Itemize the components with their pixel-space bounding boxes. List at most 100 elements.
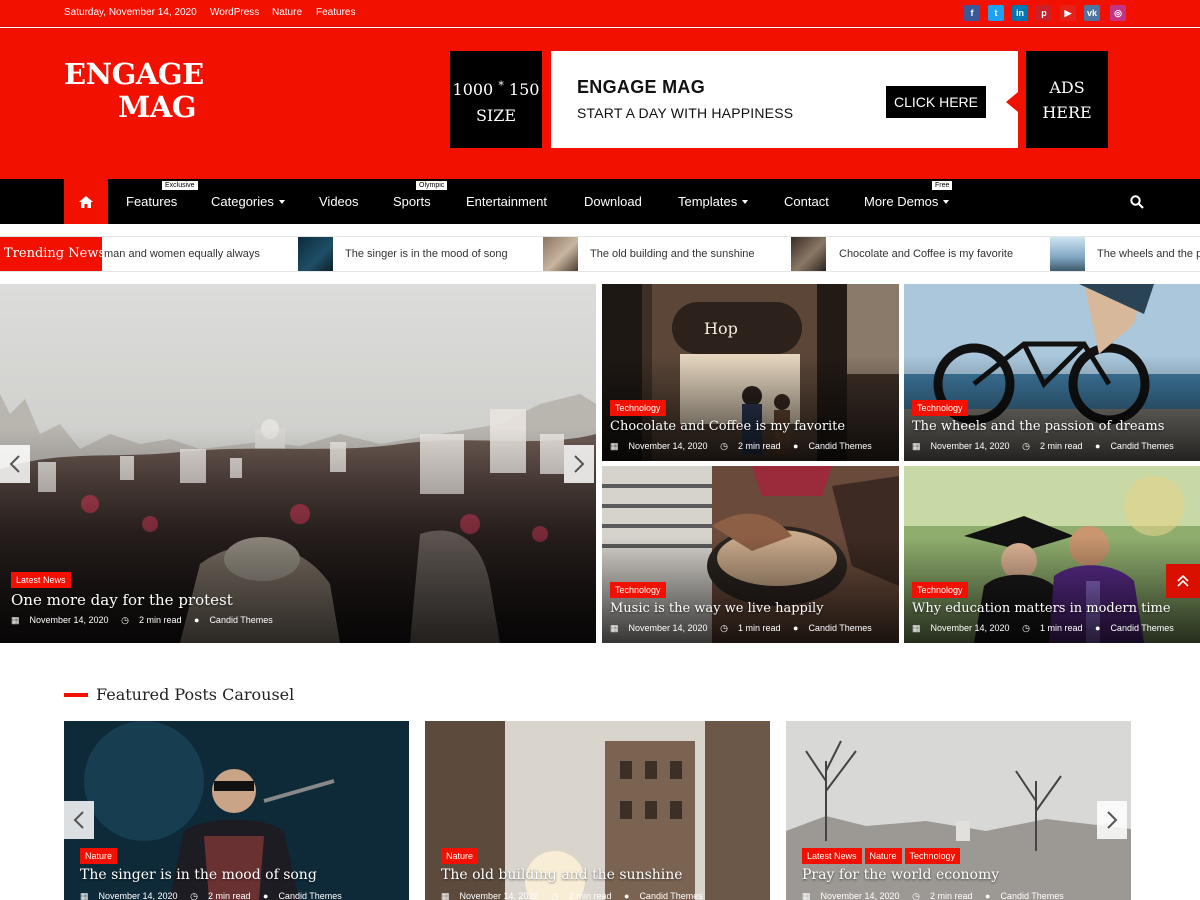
clock-icon: ◷: [912, 891, 920, 900]
hero-slide[interactable]: Latest News One more day for the protest…: [0, 284, 596, 643]
top-link-features[interactable]: Features: [316, 7, 355, 18]
ad-click-button[interactable]: CLICK HERE: [886, 86, 986, 118]
user-icon: ●: [985, 891, 990, 900]
trending-item[interactable]: Chocolate and Coffee is my favorite: [839, 237, 1013, 271]
vk-icon[interactable]: vk: [1084, 5, 1100, 21]
nav-templates-label: Templates: [678, 194, 737, 209]
card-title[interactable]: Pray for the world economy: [802, 867, 999, 883]
nav-videos[interactable]: Videos: [319, 179, 359, 224]
category-badge[interactable]: Nature: [441, 848, 478, 864]
grid-post-2[interactable]: Technology The wheels and the passion of…: [904, 284, 1200, 461]
post-author[interactable]: Candid Themes: [278, 891, 341, 900]
nav-download[interactable]: Download: [584, 179, 642, 224]
linkedin-icon[interactable]: in: [1012, 5, 1028, 21]
trending-item[interactable]: The singer is in the mood of song: [345, 237, 508, 271]
youtube-icon[interactable]: ▶: [1060, 5, 1076, 21]
slider-prev-button[interactable]: [0, 445, 30, 483]
category-badge[interactable]: Technology: [912, 400, 968, 416]
carousel-prev-button[interactable]: [64, 801, 94, 839]
read-time: 1 min read: [1040, 623, 1083, 633]
instagram-icon[interactable]: ◎: [1110, 5, 1126, 21]
grid-post-3[interactable]: Technology Music is the way we live happ…: [602, 466, 899, 643]
hero-title[interactable]: One more day for the protest: [11, 591, 233, 609]
featured-card-2[interactable]: Nature The old building and the sunshine…: [425, 721, 770, 900]
clock-icon: ◷: [720, 441, 728, 451]
grid-post-4[interactable]: Technology Why education matters in mode…: [904, 466, 1200, 643]
site-logo[interactable]: ENGAGE MAG: [64, 58, 204, 124]
post-author[interactable]: Candid Themes: [1110, 441, 1173, 451]
section-accent-bar: [64, 693, 88, 697]
card-title[interactable]: The old building and the sunshine: [441, 867, 683, 883]
featured-card-3[interactable]: Latest NewsNatureTechnology Pray for the…: [786, 721, 1131, 900]
post-author[interactable]: Candid Themes: [808, 623, 871, 633]
slider-next-button[interactable]: [564, 445, 594, 483]
trending-item[interactable]: The wheels and the passion of dreams: [1097, 237, 1200, 271]
card-categories: Nature: [441, 846, 481, 864]
trending-thumbnail[interactable]: [298, 237, 333, 271]
search-icon[interactable]: [1130, 195, 1144, 209]
trending-item[interactable]: man and women equally always: [104, 237, 260, 271]
card-title[interactable]: The singer is in the mood of song: [80, 867, 317, 883]
read-time: 2 min read: [1040, 441, 1083, 451]
tile-title[interactable]: Why education matters in modern time: [912, 601, 1171, 616]
hero-overlay: [0, 428, 596, 643]
user-icon: ●: [793, 441, 798, 451]
nav-contact[interactable]: Contact: [784, 179, 829, 224]
post-date: November 14, 2020: [460, 891, 539, 900]
category-badge[interactable]: Technology: [912, 582, 968, 598]
clock-icon: ◷: [551, 891, 559, 900]
hero-meta: ▦November 14, 2020 ◷2 min read ●Candid T…: [11, 615, 283, 626]
post-author[interactable]: Candid Themes: [209, 615, 272, 625]
user-icon: ●: [1095, 441, 1100, 451]
scroll-to-top-button[interactable]: [1166, 564, 1200, 598]
read-time: 1 min read: [738, 623, 781, 633]
read-time: 2 min read: [208, 891, 251, 900]
read-time: 2 min read: [139, 615, 182, 625]
post-author[interactable]: Candid Themes: [808, 441, 871, 451]
carousel-next-button[interactable]: [1097, 801, 1127, 839]
main-nav: Exclusive Features Categories Videos Oly…: [0, 179, 1200, 224]
trending-thumbnail[interactable]: [543, 237, 578, 271]
nav-home[interactable]: [64, 179, 108, 224]
nav-more-demos[interactable]: More Demos: [864, 179, 949, 224]
top-link-wordpress[interactable]: WordPress: [210, 7, 259, 18]
site-header: ENGAGE MAG 1000 * 150 SIZE ENGAGE MAG ST…: [0, 28, 1200, 179]
featured-card-1[interactable]: Nature The singer is in the mood of song…: [64, 721, 409, 900]
tile-title[interactable]: Chocolate and Coffee is my favorite: [610, 419, 845, 434]
post-author[interactable]: Candid Themes: [1000, 891, 1063, 900]
nav-entertainment[interactable]: Entertainment: [466, 179, 547, 224]
tile-title[interactable]: The wheels and the passion of dreams: [912, 419, 1164, 434]
nav-categories[interactable]: Categories: [211, 179, 285, 224]
facebook-icon[interactable]: f: [964, 5, 980, 21]
calendar-icon: ▦: [610, 441, 619, 451]
category-badge[interactable]: Technology: [610, 582, 666, 598]
chevron-left-icon: [8, 455, 22, 473]
nav-templates[interactable]: Templates: [678, 179, 748, 224]
grid-post-1[interactable]: Hop Technology Chocolate and Coffee is m…: [602, 284, 899, 461]
card-categories: Nature: [80, 846, 120, 864]
category-badge[interactable]: Latest News: [802, 848, 862, 864]
category-badge[interactable]: Latest News: [11, 572, 71, 588]
trending-item[interactable]: The old building and the sunshine: [590, 237, 755, 271]
post-author[interactable]: Candid Themes: [639, 891, 702, 900]
card-meta: ▦November 14, 2020 ◷2 min read ●Candid T…: [802, 891, 1074, 900]
category-badge[interactable]: Technology: [905, 848, 961, 864]
ad-size-times: *: [498, 79, 504, 92]
nav-features[interactable]: Features: [126, 179, 177, 224]
twitter-icon[interactable]: t: [988, 5, 1004, 21]
calendar-icon: ▦: [912, 441, 921, 451]
ad-banner[interactable]: ENGAGE MAG START A DAY WITH HAPPINESS CL…: [551, 51, 1018, 148]
category-badge[interactable]: Technology: [610, 400, 666, 416]
tile-title[interactable]: Music is the way we live happily: [610, 601, 824, 616]
trending-thumbnail[interactable]: [791, 237, 826, 271]
chevron-left-icon: [72, 811, 86, 829]
post-author[interactable]: Candid Themes: [1110, 623, 1173, 633]
nav-sports[interactable]: Sports: [393, 179, 431, 224]
card-categories: Latest NewsNatureTechnology: [802, 846, 963, 864]
pinterest-icon[interactable]: p: [1036, 5, 1052, 21]
top-link-nature[interactable]: Nature: [272, 7, 302, 18]
category-badge[interactable]: Nature: [865, 848, 902, 864]
trending-thumbnail[interactable]: [1050, 237, 1085, 271]
tile-categories: Technology: [912, 398, 971, 416]
category-badge[interactable]: Nature: [80, 848, 117, 864]
